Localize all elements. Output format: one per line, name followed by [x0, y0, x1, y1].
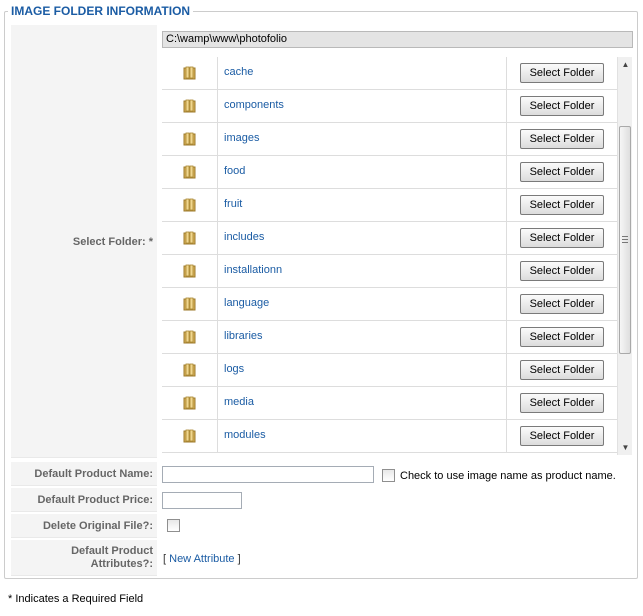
use-image-name-label: Check to use image name as product name.: [400, 470, 616, 482]
folder-name-link[interactable]: media: [224, 396, 254, 408]
folder-icon: [183, 396, 196, 410]
folder-row: logs Select Folder: [162, 354, 617, 387]
select-folder-button[interactable]: Select Folder: [520, 393, 604, 413]
folder-icon: [183, 297, 196, 311]
select-folder-button[interactable]: Select Folder: [520, 195, 604, 215]
use-image-name-checkbox[interactable]: [382, 469, 395, 482]
folder-icon: [183, 99, 196, 113]
required-field-note: * Indicates a Required Field: [8, 593, 144, 605]
folder-row: fruit Select Folder: [162, 189, 617, 222]
folder-icon: [183, 363, 196, 377]
select-folder-cell: Select Folder: [506, 420, 617, 452]
select-folder-button[interactable]: Select Folder: [520, 63, 604, 83]
folder-icon-cell: [162, 189, 218, 221]
attributes-label-cell: Default Product Attributes?:: [11, 540, 157, 576]
folder-row: components Select Folder: [162, 90, 617, 123]
folder-row: food Select Folder: [162, 156, 617, 189]
select-folder-cell: Select Folder: [506, 57, 617, 89]
folder-row: images Select Folder: [162, 123, 617, 156]
folder-name-link[interactable]: components: [224, 99, 284, 111]
select-folder-cell: Select Folder: [506, 123, 617, 155]
folder-icon-cell: [162, 123, 218, 155]
select-folder-button[interactable]: Select Folder: [520, 162, 604, 182]
select-folder-button[interactable]: Select Folder: [520, 360, 604, 380]
folder-icon-cell: [162, 222, 218, 254]
product-name-label: Default Product Name:: [11, 462, 157, 486]
folder-name-link[interactable]: cache: [224, 66, 253, 78]
folder-icon: [183, 165, 196, 179]
folder-row: includes Select Folder: [162, 222, 617, 255]
folder-name-link[interactable]: libraries: [224, 330, 263, 342]
select-folder-button[interactable]: Select Folder: [520, 327, 604, 347]
attributes-label-line2: Attributes?:: [90, 558, 153, 570]
select-folder-cell: Select Folder: [506, 321, 617, 353]
folder-icon-cell: [162, 288, 218, 320]
product-price-label: Default Product Price:: [11, 488, 157, 512]
folder-row: installationn Select Folder: [162, 255, 617, 288]
attributes-control: [ New Attribute ]: [163, 553, 241, 565]
select-folder-cell: Select Folder: [506, 222, 617, 254]
select-folder-cell: Select Folder: [506, 156, 617, 188]
select-folder-label: Select Folder: *: [72, 236, 153, 248]
new-attribute-link[interactable]: New Attribute: [169, 553, 234, 565]
folder-name-link[interactable]: fruit: [224, 198, 242, 210]
attributes-label-line1: Default Product: [71, 545, 153, 557]
folder-row: modules Select Folder: [162, 420, 617, 453]
select-folder-button[interactable]: Select Folder: [520, 96, 604, 116]
delete-file-label: Delete Original File?:: [11, 514, 157, 538]
folder-icon-cell: [162, 255, 218, 287]
folder-name-link[interactable]: logs: [224, 363, 244, 375]
folder-row: media Select Folder: [162, 387, 617, 420]
select-folder-label-cell: Select Folder: *: [11, 25, 157, 458]
folder-icon: [183, 132, 196, 146]
select-folder-cell: Select Folder: [506, 354, 617, 386]
delete-original-checkbox[interactable]: [167, 519, 180, 532]
folder-name-link[interactable]: modules: [224, 429, 266, 441]
folder-name-link[interactable]: language: [224, 297, 269, 309]
select-folder-button[interactable]: Select Folder: [520, 426, 604, 446]
close-bracket: ]: [234, 553, 241, 565]
folder-icon-cell: [162, 321, 218, 353]
folder-row: cache Select Folder: [162, 57, 617, 90]
scroll-thumb[interactable]: [619, 126, 631, 354]
folder-name-link[interactable]: installationn: [224, 264, 282, 276]
product-name-input[interactable]: [162, 466, 374, 483]
select-folder-cell: Select Folder: [506, 255, 617, 287]
folder-icon: [183, 330, 196, 344]
folder-icon-cell: [162, 420, 218, 452]
product-price-input[interactable]: [162, 492, 242, 509]
select-folder-button[interactable]: Select Folder: [520, 129, 604, 149]
folder-icon: [183, 264, 196, 278]
folder-list[interactable]: cache Select Folder components Select Folde…: [162, 57, 632, 455]
folder-icon: [183, 66, 196, 80]
select-folder-cell: Select Folder: [506, 288, 617, 320]
folder-icon: [183, 198, 196, 212]
folder-icon-cell: [162, 354, 218, 386]
folder-icon-cell: [162, 156, 218, 188]
folder-icon-cell: [162, 57, 218, 89]
select-folder-cell: Select Folder: [506, 189, 617, 221]
select-folder-cell: Select Folder: [506, 387, 617, 419]
select-folder-button[interactable]: Select Folder: [520, 261, 604, 281]
current-path: C:\wamp\www\photofolio: [162, 31, 633, 48]
arrow-down-icon[interactable]: ▼: [618, 440, 633, 455]
folder-row: language Select Folder: [162, 288, 617, 321]
select-folder-button[interactable]: Select Folder: [520, 228, 604, 248]
folder-name-link[interactable]: images: [224, 132, 259, 144]
folder-name-link[interactable]: food: [224, 165, 245, 177]
folder-icon-cell: [162, 387, 218, 419]
arrow-up-icon[interactable]: ▲: [618, 57, 633, 72]
fieldset-legend: IMAGE FOLDER INFORMATION: [8, 4, 194, 18]
folder-name-link[interactable]: includes: [224, 231, 264, 243]
folder-row: libraries Select Folder: [162, 321, 617, 354]
folder-icon: [183, 429, 196, 443]
select-folder-button[interactable]: Select Folder: [520, 294, 604, 314]
folder-icon-cell: [162, 90, 218, 122]
grip-icon: [622, 236, 628, 243]
folder-icon: [183, 231, 196, 245]
select-folder-cell: Select Folder: [506, 90, 617, 122]
folder-list-scrollbar[interactable]: ▲ ▼: [617, 57, 632, 455]
